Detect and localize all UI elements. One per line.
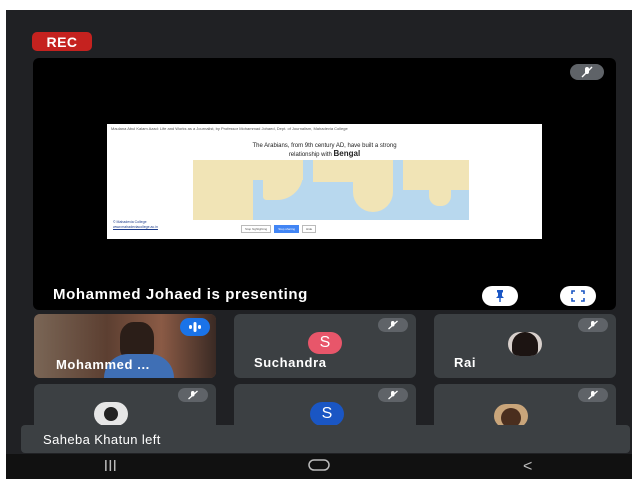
presenting-banner: Mohammed Johaed is presenting [53,286,308,303]
pin-icon [496,290,504,302]
mic-off-icon [578,318,608,332]
participant-name: Rai [454,355,477,370]
mic-off-icon [578,388,608,402]
participant-tile-suchandra[interactable]: S Suchandra [234,314,416,378]
toast-notification: Saheba Khatun left [21,425,630,453]
recording-badge: REC [32,32,92,51]
avatar [94,402,128,426]
slide-toolbar: Stop highlighting Stop sharing Hide [241,225,317,233]
slide-top-line: Maulana Abul Kalam Azad: Life and Works … [111,126,348,131]
slide-heading: The Arabians, from 9th century AD, have … [167,142,482,159]
audio-level-icon [180,318,210,336]
mic-off-icon [178,388,208,402]
hide-button[interactable]: Hide [302,225,317,233]
mic-off-icon [378,388,408,402]
participant-name: Mohammed ... [56,357,150,372]
presenter-mic-off-icon [570,64,604,80]
slide-heading-prefix: relationship with [288,152,334,158]
slide-footer: © Mahadevia College www.mahadeviacollege… [113,220,158,230]
android-nav-bar: III < [6,454,632,479]
recents-button[interactable]: III [80,458,140,476]
avatar [508,332,542,356]
back-button[interactable]: < [498,458,558,476]
participant-tile-mohammed[interactable]: Mohammed ... [34,314,216,378]
participant-name: Suchandra [254,355,327,370]
mic-off-icon [378,318,408,332]
stop-sharing-button[interactable]: Stop sharing [274,225,300,233]
pin-button[interactable] [482,286,518,306]
avatar: S [308,332,342,354]
slide-footer-line2: www.mahadeviacollege.ac.in [113,225,158,229]
participant-tile-rai[interactable]: Rai [434,314,616,378]
meet-screen: REC Maulana Abul Kalam Azad: Life and Wo… [6,10,632,479]
stop-highlighting-button[interactable]: Stop highlighting [241,225,272,233]
slide-map [193,160,469,220]
avatar: S [310,402,344,426]
slide-heading-bold: Bengal [333,149,361,158]
fullscreen-button[interactable] [560,286,596,306]
fullscreen-icon [571,290,585,302]
home-icon [308,458,330,471]
shared-slide: Maulana Abul Kalam Azad: Life and Works … [107,124,542,239]
home-button[interactable] [289,458,349,476]
presentation-stage[interactable]: Maulana Abul Kalam Azad: Life and Works … [33,58,616,310]
slide-heading-line1: The Arabians, from 9th century AD, have … [252,143,397,149]
